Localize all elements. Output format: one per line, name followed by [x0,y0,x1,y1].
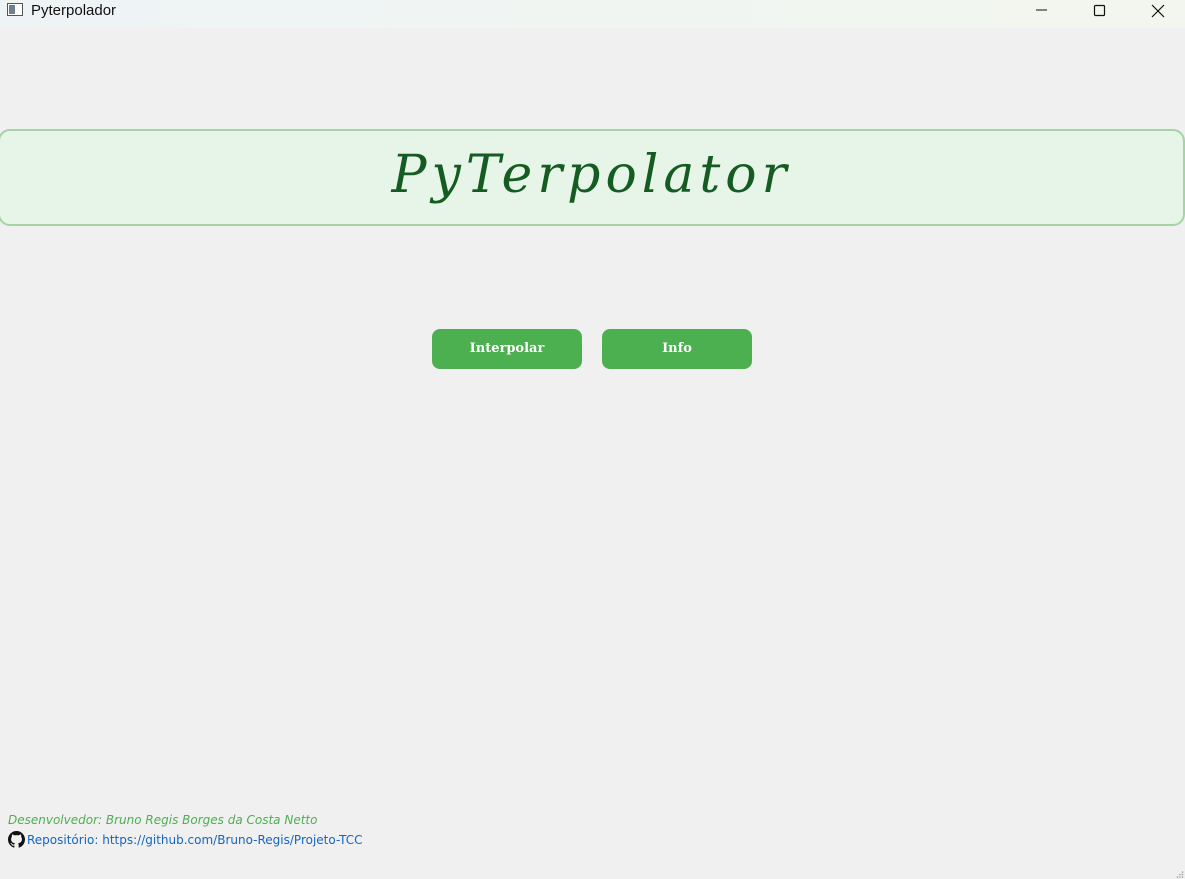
resize-grip-icon[interactable] [1176,870,1184,878]
close-icon [1151,4,1165,18]
app-window: Pyterpolador PyTerpolator Interpolar Inf… [0,0,1185,879]
maximize-icon [1093,4,1106,17]
window-title: Pyterpolador [31,2,117,19]
info-button[interactable]: Info [602,329,752,369]
github-icon [8,831,25,848]
minimize-icon [1036,9,1047,11]
close-button[interactable] [1129,0,1185,22]
app-icon [7,3,23,16]
title-banner: PyTerpolator [0,129,1185,226]
minimize-button[interactable] [1013,0,1071,22]
app-title: PyTerpolator [391,145,792,205]
maximize-button[interactable] [1071,0,1129,22]
title-bar[interactable]: Pyterpolador [0,0,1185,28]
repository-url[interactable]: Repositório: https://github.com/Bruno-Re… [27,832,363,848]
repository-link[interactable]: Repositório: https://github.com/Bruno-Re… [8,831,363,848]
developer-credit: Desenvolvedor: Bruno Regis Borges da Cos… [8,813,318,827]
interpolar-button[interactable]: Interpolar [432,329,582,369]
